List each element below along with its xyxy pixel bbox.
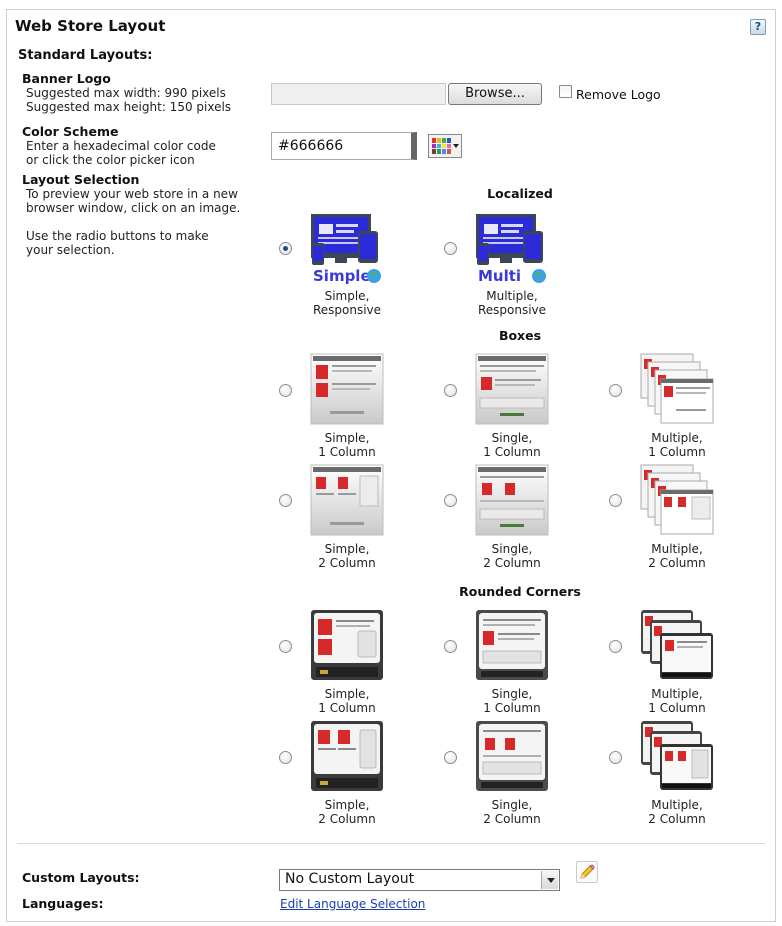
layout-radio-rounded-single-2col[interactable]	[444, 751, 457, 764]
layout-radio-boxes-multiple-2col[interactable]	[609, 494, 622, 507]
caption-rounded-single-2col: Single, 2 Column	[483, 798, 541, 826]
layout-hint-2: browser window, click on an image.	[26, 201, 241, 215]
layout-thumb-boxes-simple-1col[interactable]	[310, 353, 384, 425]
layout-radio-rounded-multiple-2col[interactable]	[609, 751, 622, 764]
caption-rounded-simple-2col: Simple, 2 Column	[318, 798, 376, 826]
caption-localized-simple: Simple, Responsive	[312, 289, 382, 317]
remove-logo-label: Remove Logo	[576, 87, 661, 102]
color-scheme-label: Color Scheme	[22, 124, 119, 139]
chevron-down-icon[interactable]	[541, 871, 558, 889]
layout-selection-label: Layout Selection	[22, 172, 140, 187]
banner-logo-label: Banner Logo	[22, 71, 111, 86]
custom-layout-select[interactable]: No Custom Layout	[279, 869, 560, 891]
edit-language-selection-link[interactable]: Edit Language Selection	[280, 897, 425, 911]
pencil-icon	[580, 864, 595, 879]
layout-thumb-localized-multi[interactable]: Multi	[475, 213, 549, 285]
layout-hint-3: Use the radio buttons to make	[26, 229, 209, 243]
web-store-layout-panel: Web Store Layout ? Standard Layouts: Ban…	[6, 9, 776, 922]
remove-logo-checkbox[interactable]	[559, 85, 572, 98]
layout-hint-1: To preview your web store in a new	[26, 187, 238, 201]
simple-badge-text: Simple	[313, 267, 371, 285]
layout-thumb-boxes-single-2col[interactable]	[475, 464, 549, 536]
localized-heading: Localized	[487, 186, 553, 201]
caption-boxes-single-1col: Single, 1 Column	[483, 431, 541, 459]
layout-thumb-boxes-simple-2col[interactable]	[310, 464, 384, 536]
banner-file-field[interactable]	[271, 83, 446, 105]
banner-height-hint: Suggested max height: 150 pixels	[26, 100, 232, 114]
multi-badge-text: Multi	[478, 267, 521, 285]
caption-boxes-multiple-2col: Multiple, 2 Column	[648, 542, 706, 570]
caption-boxes-single-2col: Single, 2 Column	[483, 542, 541, 570]
layout-radio-boxes-simple-2col[interactable]	[279, 494, 292, 507]
page-title: Web Store Layout	[15, 17, 166, 35]
layout-thumb-rounded-single-1col[interactable]	[475, 609, 549, 681]
banner-width-hint: Suggested max width: 990 pixels	[26, 86, 226, 100]
layout-thumb-rounded-single-2col[interactable]	[475, 720, 549, 792]
boxes-heading: Boxes	[498, 328, 542, 343]
color-code-input[interactable]: #666666	[271, 132, 417, 160]
caption-rounded-multiple-1col: Multiple, 1 Column	[648, 687, 706, 715]
layout-radio-boxes-single-2col[interactable]	[444, 494, 457, 507]
layout-thumb-boxes-multiple-1col[interactable]	[640, 353, 714, 425]
layout-radio-rounded-single-1col[interactable]	[444, 640, 457, 653]
layout-radio-rounded-simple-1col[interactable]	[279, 640, 292, 653]
custom-layout-selected: No Custom Layout	[285, 871, 415, 887]
languages-label: Languages:	[22, 896, 104, 911]
layout-radio-localized-simple[interactable]	[279, 242, 292, 255]
caption-localized-multi: Multiple, Responsive	[477, 289, 547, 317]
layout-radio-boxes-simple-1col[interactable]	[279, 384, 292, 397]
chevron-down-icon	[453, 144, 459, 148]
edit-custom-layout-button[interactable]	[576, 861, 598, 883]
color-hint-2: or click the color picker icon	[26, 153, 195, 167]
layout-thumb-rounded-simple-2col[interactable]	[310, 720, 384, 792]
layout-thumb-rounded-simple-1col[interactable]	[310, 609, 384, 681]
layout-radio-rounded-simple-2col[interactable]	[279, 751, 292, 764]
caption-boxes-simple-2col: Simple, 2 Column	[318, 542, 376, 570]
caption-rounded-simple-1col: Simple, 1 Column	[318, 687, 376, 715]
custom-layouts-label: Custom Layouts:	[22, 870, 140, 885]
layout-radio-boxes-single-1col[interactable]	[444, 384, 457, 397]
layout-radio-localized-multi[interactable]	[444, 242, 457, 255]
color-hint-1: Enter a hexadecimal color code	[26, 139, 216, 153]
browse-button[interactable]: Browse...	[448, 83, 542, 105]
color-picker-button[interactable]	[428, 134, 462, 158]
layout-thumb-rounded-multiple-2col[interactable]	[640, 720, 714, 792]
layout-thumb-boxes-single-1col[interactable]	[475, 353, 549, 425]
standard-layouts-title: Standard Layouts:	[18, 48, 153, 63]
layout-thumb-localized-simple[interactable]: Simple	[310, 213, 384, 285]
color-palette-icon	[432, 138, 451, 154]
section-divider	[17, 843, 765, 844]
layout-radio-rounded-multiple-1col[interactable]	[609, 640, 622, 653]
caption-boxes-simple-1col: Simple, 1 Column	[318, 431, 376, 459]
caption-rounded-multiple-2col: Multiple, 2 Column	[648, 798, 706, 826]
layout-thumb-rounded-multiple-1col[interactable]	[640, 609, 714, 681]
help-icon[interactable]: ?	[750, 19, 766, 35]
layout-radio-boxes-multiple-1col[interactable]	[609, 384, 622, 397]
layout-hint-4: your selection.	[26, 243, 115, 257]
layout-thumb-boxes-multiple-2col[interactable]	[640, 464, 714, 536]
caption-rounded-single-1col: Single, 1 Column	[483, 687, 541, 715]
rounded-corners-heading: Rounded Corners	[459, 584, 581, 599]
caption-boxes-multiple-1col: Multiple, 1 Column	[648, 431, 706, 459]
